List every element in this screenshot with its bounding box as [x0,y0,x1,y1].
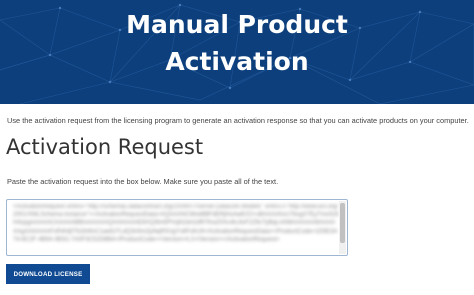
instruction-text: Paste the activation request into the bo… [7,177,279,186]
intro-text: Use the activation request from the lice… [7,116,469,125]
page-title: Manual Product Activation [0,6,474,80]
activation-request-textarea[interactable]: <ActivationRequest xmlns="http://schemas… [6,199,348,256]
activation-request-text[interactable]: <ActivationRequest xmlns="http://schemas… [13,203,339,244]
page-title-line2: Activation [165,47,309,76]
section-title: Activation Request [6,135,204,159]
textarea-scrollbar[interactable] [339,201,346,254]
hero-banner: Manual Product Activation [0,0,474,104]
download-license-button[interactable]: DOWNLOAD LICENSE [6,264,90,284]
page-title-line1: Manual Product [126,10,348,39]
scrollbar-thumb[interactable] [340,203,345,243]
